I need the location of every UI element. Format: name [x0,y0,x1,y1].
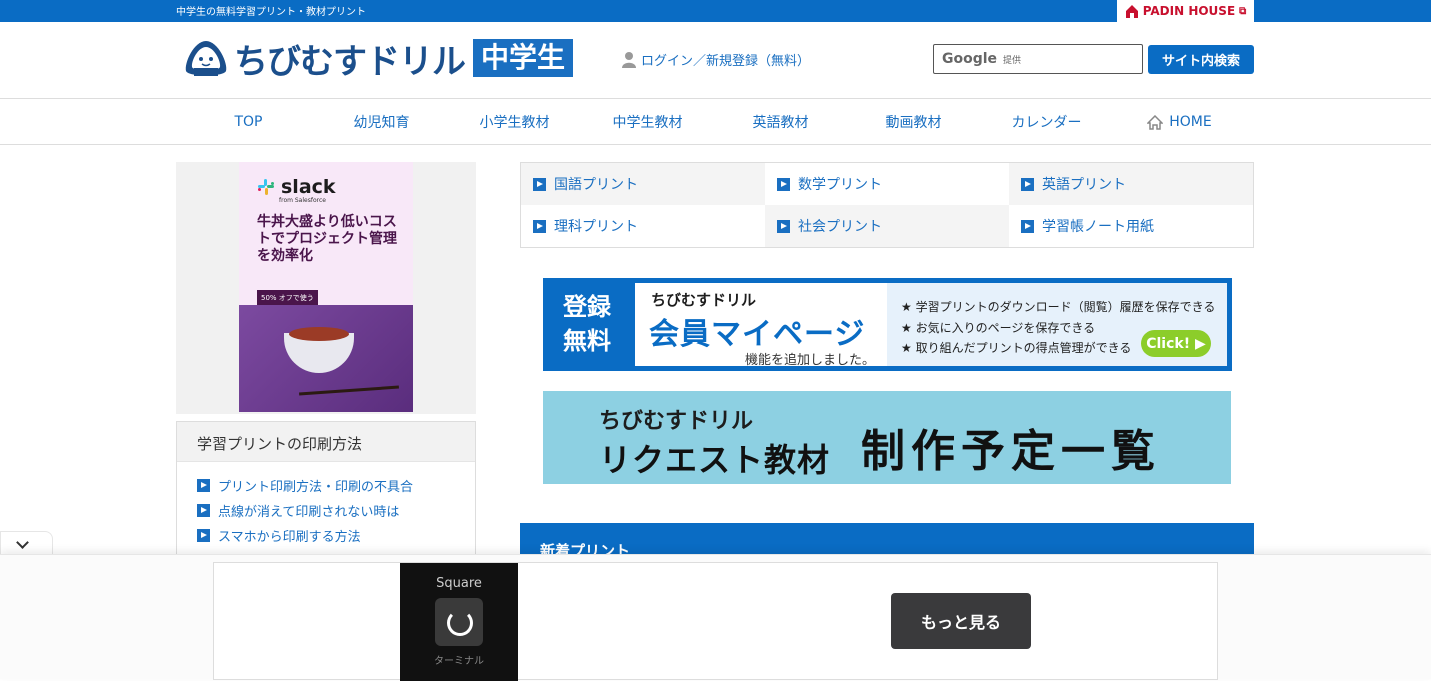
member-banner-brand: ちびむすドリル [651,291,757,309]
square-app-caption: ターミナル [434,656,484,667]
nav-item-home-label: HOME [1169,114,1212,130]
logo-brand-text: ちびむすドリル [234,41,466,82]
howto-link-label: スマホから印刷する方法 [218,530,361,545]
nav-item-junior-high[interactable]: 中学生教材 [581,99,714,145]
external-link-icon: ⧉ [1239,5,1247,17]
arrow-square-icon [197,529,210,542]
slack-ad-badge: 50% オフで使う [257,290,318,306]
member-mypage-banner[interactable]: 登録 無料 ちびむすドリル 会員マイページ 機能を追加しました。 ★ 学習プリン… [543,278,1232,371]
chevron-down-icon [16,536,29,549]
member-click-button[interactable]: Click! ▶ [1141,330,1211,357]
anchor-ad-bar: Square ターミナル もっと見る [0,554,1431,681]
see-more-button[interactable]: もっと見る [891,593,1031,649]
nav-item-preschool[interactable]: 幼児知育 [315,99,448,145]
howto-link-print-method[interactable]: プリント印刷方法・印刷の不具合 [197,473,455,498]
top-strip: 中学生の無料学習プリント・教材プリント PADIN HOUSE ⧉ [0,0,1431,22]
nav-item-home[interactable]: HOME [1113,99,1246,145]
arrow-square-icon [777,177,790,191]
nav-item-top[interactable]: TOP [182,99,315,145]
provided-by-label: 提供 [1003,55,1022,66]
subject-link-notebook[interactable]: 学習帳ノート用紙 [1009,205,1253,247]
howto-link-label: プリント印刷方法・印刷の不具合 [218,480,414,495]
subject-link-label: 学習帳ノート用紙 [1042,219,1154,235]
subject-link-english[interactable]: 英語プリント [1009,163,1253,205]
home-icon [1146,114,1165,130]
member-banner-title-area: ちびむすドリル 会員マイページ 機能を追加しました。 [635,283,887,368]
slack-wordmark: slack [281,176,336,198]
member-banner-features: ★ 学習プリントのダウンロード（閲覧）履歴を保存できる ★ お気に入りのページを… [887,283,1227,366]
square-app-panel[interactable]: Square ターミナル [400,563,518,681]
free-registration-line2: 無料 [563,327,611,355]
subject-link-label: 数学プリント [798,177,882,193]
request-banner-left-title: リクエスト教材 [599,441,831,479]
anchor-ad-collapse-tab[interactable] [0,531,53,555]
subject-links-grid: 国語プリント 数学プリント 英語プリント 理科プリント 社会プリント 学習帳ノー… [520,162,1254,248]
nav-item-calendar[interactable]: カレンダー [980,99,1113,145]
padin-house-link[interactable]: PADIN HOUSE ⧉ [1117,0,1254,22]
logo-grade-badge: 中学生 [473,39,574,77]
member-banner-body: ちびむすドリル 会員マイページ 機能を追加しました。 ★ 学習プリントのダウンロ… [635,283,1227,368]
gyudon-photo [239,305,413,412]
free-registration-badge: 登録 無料 [563,290,611,358]
slack-ad-creative[interactable]: slack from Salesforce 牛丼大盛より低いコストでプロジェクト… [239,162,413,412]
login-register-link[interactable]: ログイン／新規登録（無料） [622,50,810,69]
arrow-square-icon [533,177,546,191]
member-banner-subtitle: 機能を追加しました。 [745,353,876,368]
subject-link-label: 国語プリント [554,177,638,193]
print-howto-box: 学習プリントの印刷方法 プリント印刷方法・印刷の不具合 点線が消えて印刷されない… [176,421,476,557]
howto-link-smartphone[interactable]: スマホから印刷する方法 [197,523,455,548]
nav-item-english[interactable]: 英語教材 [714,99,847,145]
subject-link-science[interactable]: 理科プリント [521,205,765,247]
subject-link-math[interactable]: 数学プリント [765,163,1009,205]
chopsticks-shape [299,385,399,396]
sidebar-ad: slack from Salesforce 牛丼大盛より低いコストでプロジェクト… [176,162,476,414]
arrow-square-icon [1021,177,1034,191]
google-brand-label: Google [942,51,998,67]
subject-link-label: 理科プリント [554,219,638,235]
arrow-square-icon [533,219,546,233]
member-banner-title: 会員マイページ [649,317,866,352]
square-app-title: Square [436,576,482,591]
arrow-square-icon [197,479,210,492]
site-tagline: 中学生の無料学習プリント・教材プリント [176,7,366,18]
square-terminal-icon [435,598,483,646]
request-banner-right-title: 制作予定一覧 [861,426,1161,477]
arrow-square-icon [1021,219,1034,233]
subject-link-social[interactable]: 社会プリント [765,205,1009,247]
member-feature-item: ★ 学習プリントのダウンロード（閲覧）履歴を保存できる [901,300,1216,314]
subject-link-label: 社会プリント [798,219,882,235]
howto-link-label: 点線が消えて印刷されない時は [218,505,400,520]
login-register-label: ログイン／新規登録（無料） [641,54,811,69]
onigiri-mascot-icon [180,37,232,79]
arrow-square-icon [197,504,210,517]
site-header: ちびむすドリル 中学生 ログイン／新規登録（無料） Google 提供 サイト内… [0,22,1431,99]
slack-brand-row: slack [257,176,336,198]
site-search-button[interactable]: サイト内検索 [1148,45,1254,74]
nav-item-video[interactable]: 動画教材 [847,99,980,145]
site-logo[interactable]: ちびむすドリル 中学生 [180,36,574,82]
slack-ad-copy: 牛丼大盛より低いコストでプロジェクト管理を効率化 [257,214,397,264]
arrow-square-icon [777,219,790,233]
anchor-ad-frame: Square ターミナル もっと見る [213,562,1218,681]
free-registration-line1: 登録 [563,293,611,321]
padin-house-label: PADIN HOUSE [1142,4,1236,18]
subject-link-japanese[interactable]: 国語プリント [521,163,765,205]
subject-link-label: 英語プリント [1042,177,1126,193]
request-banner-brand: ちびむすドリル [599,409,754,434]
slack-from-salesforce: from Salesforce [279,197,326,204]
slack-logo-icon [257,178,275,196]
howto-link-dotted-lines[interactable]: 点線が消えて印刷されない時は [197,498,455,523]
person-icon [622,51,636,68]
main-nav: TOP 幼児知育 小学生教材 中学生教材 英語教材 動画教材 カレンダー HOM… [0,99,1431,145]
site-search-input[interactable]: Google 提供 [933,44,1143,74]
request-materials-banner[interactable]: ちびむすドリル リクエスト教材 制作予定一覧 [543,391,1231,484]
print-howto-title: 学習プリントの印刷方法 [177,422,475,462]
nav-item-elementary[interactable]: 小学生教材 [448,99,581,145]
padin-house-logo-icon [1125,4,1139,18]
beef-topping-shape [289,327,349,341]
